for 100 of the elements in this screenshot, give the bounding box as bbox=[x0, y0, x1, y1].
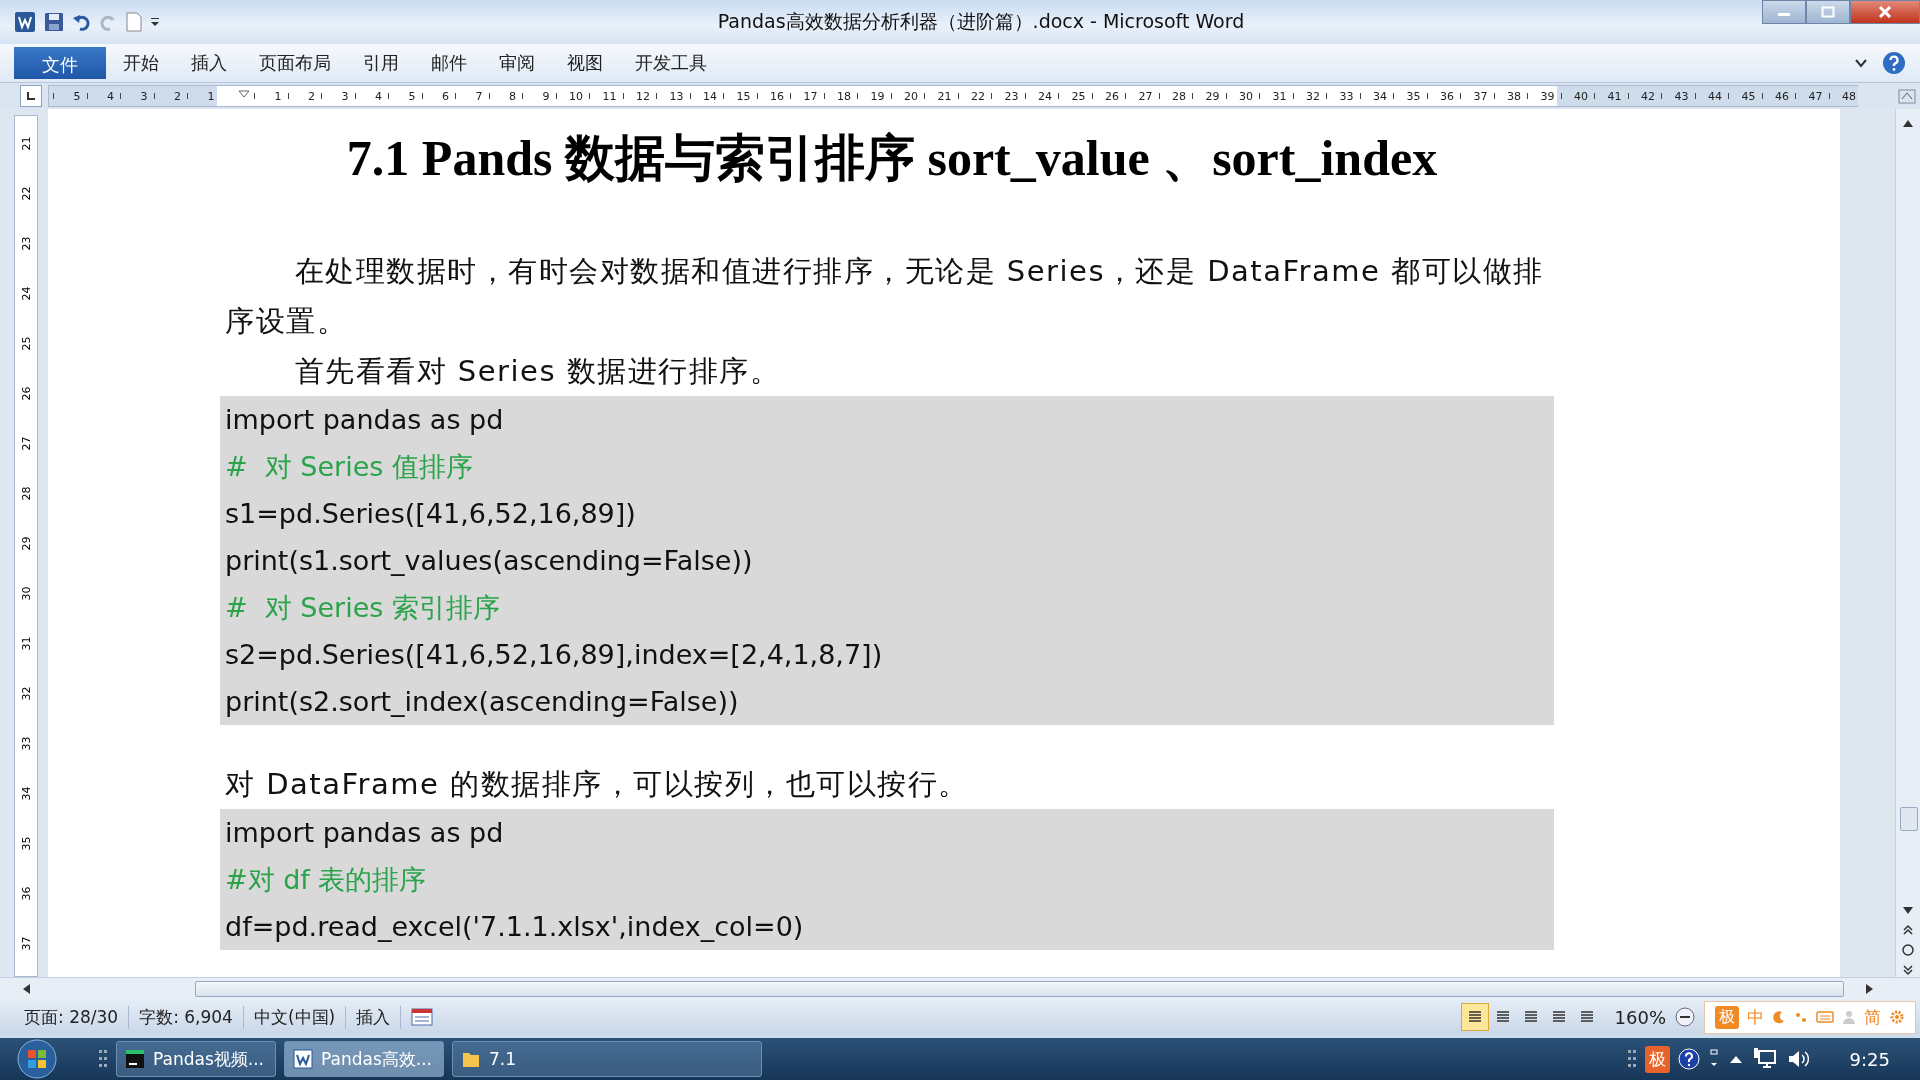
ruler-number: 4 bbox=[107, 89, 115, 103]
tab-stop-selector[interactable] bbox=[20, 85, 42, 107]
ribbon-tab[interactable]: 审阅 bbox=[484, 47, 550, 79]
ruler-number: 35 bbox=[1406, 89, 1422, 103]
zoom-level[interactable]: 160% bbox=[1614, 1006, 1666, 1028]
ruler-number: 36 bbox=[1440, 89, 1455, 103]
ribbon-tab[interactable]: 插入 bbox=[176, 47, 242, 79]
document-heading: 7.1 Pands 数据与索引排序 sort_value 、sort_index bbox=[345, 129, 1439, 188]
status-item[interactable]: 页面: 28/30 bbox=[14, 1005, 130, 1029]
code-line: print(s1.sort_values(ascending=False)) bbox=[225, 544, 754, 578]
ruler-number: 19 bbox=[870, 89, 886, 103]
ruler-number: 7 bbox=[475, 89, 484, 103]
file-tab[interactable]: 文件 bbox=[14, 47, 106, 79]
ruler-number: 43 bbox=[1674, 89, 1690, 103]
vertical-scrollbar[interactable] bbox=[1895, 109, 1920, 977]
scroll-thumb[interactable] bbox=[195, 981, 1844, 997]
ide-app-icon bbox=[125, 1049, 145, 1069]
status-item[interactable]: 中文(中国) bbox=[243, 1005, 347, 1029]
view-mode-button[interactable] bbox=[1460, 1003, 1489, 1031]
proofing-icon[interactable] bbox=[411, 1008, 434, 1026]
clock[interactable]: 9:25 bbox=[1849, 1048, 1890, 1070]
ruler-number: 21 bbox=[937, 89, 953, 103]
ruler-toggle-icon[interactable] bbox=[1898, 87, 1916, 105]
ribbon-tab[interactable]: 开发工具 bbox=[620, 47, 722, 79]
help-icon[interactable] bbox=[1882, 51, 1906, 75]
taskbar-button[interactable]: 7.1 bbox=[452, 1041, 762, 1077]
ruler-number: 3 bbox=[341, 89, 350, 103]
ruler-number: 29 bbox=[1205, 89, 1221, 103]
ruler-number: 22 bbox=[19, 186, 33, 200]
code-comment: #对 df 表的排序 bbox=[225, 863, 428, 897]
customize-caret-icon[interactable] bbox=[150, 16, 160, 28]
ruler-number: 37 bbox=[19, 936, 33, 950]
ruler-number: 10 bbox=[569, 89, 584, 103]
ruler-number: 11 bbox=[602, 89, 618, 103]
zoom-out-icon[interactable] bbox=[1674, 1006, 1696, 1028]
ruler-number: 17 bbox=[803, 89, 819, 103]
ruler-number: 25 bbox=[1071, 89, 1087, 103]
scroll-thumb[interactable] bbox=[1900, 807, 1918, 831]
network-icon[interactable] bbox=[1751, 1047, 1778, 1071]
word-app-icon[interactable] bbox=[14, 11, 36, 33]
ruler-number: 31 bbox=[19, 636, 33, 650]
help-icon[interactable] bbox=[1677, 1048, 1700, 1070]
code-line: s1=pd.Series([41,6,52,16,89]) bbox=[225, 497, 637, 531]
ruler-number: 34 bbox=[19, 786, 33, 800]
window-title: Pandas高效数据分析利器（进阶篇）.docx - Microsoft Word bbox=[716, 9, 1246, 34]
undo-icon[interactable] bbox=[72, 12, 92, 32]
browse-object-icon[interactable] bbox=[1901, 943, 1915, 957]
code-comment: # 对 Series 索引排序 bbox=[225, 591, 501, 625]
grip-icon bbox=[98, 1048, 108, 1070]
code-line: df=pd.read_excel('7.1.1.xlsx',index_col=0) bbox=[225, 910, 805, 944]
ruler-number: 33 bbox=[1339, 89, 1355, 103]
ruler-number: 27 bbox=[1138, 89, 1154, 103]
status-item[interactable]: 插入 bbox=[346, 1005, 402, 1029]
code-line: print(s2.sort_index(ascending=False)) bbox=[225, 685, 740, 719]
ruler-number: 28 bbox=[1172, 89, 1187, 103]
ruler-number: 6 bbox=[442, 89, 450, 103]
body-paragraph: 在处理数据时，有时会对数据和值进行排序，无论是 Series，还是 DataFrame 都可以做排序设置。 bbox=[225, 253, 1545, 340]
close-icon bbox=[1878, 6, 1892, 18]
next-page-icon[interactable] bbox=[1901, 963, 1915, 977]
status-item[interactable]: 字数: 6,904 bbox=[129, 1005, 244, 1029]
ribbon-tab[interactable]: 引用 bbox=[348, 47, 414, 79]
save-icon[interactable] bbox=[44, 12, 64, 32]
ruler-number: 29 bbox=[19, 536, 33, 550]
left-tab-icon bbox=[26, 91, 36, 101]
close-button[interactable] bbox=[1850, 0, 1920, 24]
ruler-number: 1 bbox=[274, 89, 283, 103]
ribbon-tab[interactable]: 页面布局 bbox=[244, 47, 346, 79]
horizontal-scrollbar[interactable] bbox=[0, 977, 1920, 1000]
ruler-number: 9 bbox=[542, 89, 551, 103]
ruler-number: 1 bbox=[207, 89, 216, 103]
word-app-icon bbox=[293, 1049, 313, 1069]
ruler-number: 46 bbox=[1775, 89, 1790, 103]
ruler-number: 30 bbox=[19, 586, 33, 600]
ruler-number: 40 bbox=[1574, 89, 1589, 103]
ruler-number: 27 bbox=[19, 436, 33, 450]
ruler-number: 41 bbox=[1607, 89, 1623, 103]
ribbon-tab[interactable]: 开始 bbox=[108, 47, 174, 79]
code-line: import pandas as pd bbox=[225, 403, 505, 437]
ruler-number: 26 bbox=[1105, 89, 1120, 103]
expand-ribbon-icon[interactable] bbox=[1854, 57, 1868, 69]
ruler-number: 47 bbox=[1808, 89, 1824, 103]
taskbar-button[interactable]: Pandas视频... bbox=[116, 1041, 276, 1077]
horizontal-ruler[interactable]: 5 4 3 2 1 1 2 3 4 5 6 7 8 9 10 11 12 13 14 15 16 17 18 19 20 21 22 23 24 25 26 27 28 29 30 31 32 33 34 35 36 37 38 39 40 41 42 43 44 45 46 47 48 bbox=[48, 85, 1858, 107]
previous-page-icon[interactable] bbox=[1901, 923, 1915, 937]
ruler-number: 36 bbox=[19, 886, 33, 900]
ruler-number: 2 bbox=[174, 89, 182, 103]
ruler-number: 14 bbox=[703, 89, 718, 103]
ruler-number: 33 bbox=[19, 736, 33, 750]
ruler-number: 24 bbox=[19, 286, 33, 300]
ruler-number: 23 bbox=[19, 236, 33, 250]
ruler-number: 25 bbox=[19, 336, 33, 350]
ruler-number: 30 bbox=[1239, 89, 1254, 103]
start-button[interactable] bbox=[14, 1039, 60, 1079]
ribbon-tab[interactable]: 视图 bbox=[552, 47, 618, 79]
ruler-number: 26 bbox=[19, 386, 33, 400]
maximize-button[interactable] bbox=[1806, 0, 1850, 24]
ribbon-tab[interactable]: 邮件 bbox=[416, 47, 482, 79]
minimize-button[interactable] bbox=[1762, 0, 1806, 24]
ruler-number: 21 bbox=[19, 136, 33, 150]
body-paragraph: 对 DataFrame 的数据排序，可以按列，也可以按行。 bbox=[225, 766, 970, 803]
